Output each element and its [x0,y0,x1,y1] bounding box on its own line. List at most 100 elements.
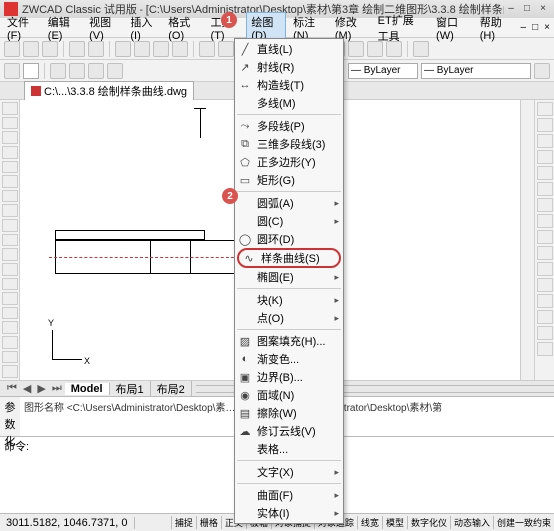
menu-item[interactable]: ◐渐变色... [235,350,343,368]
menu-item[interactable]: 表格... [235,440,343,458]
preview-icon[interactable] [88,41,104,57]
menu-item[interactable]: ╱直线(L) [235,40,343,58]
paste-icon[interactable] [153,41,169,57]
lweight-icon[interactable] [88,63,104,79]
menu-item[interactable]: ▤擦除(W) [235,404,343,422]
mdi-minimize[interactable]: – [519,22,529,33]
xline-icon[interactable] [2,117,18,130]
bycolor-icon[interactable] [534,63,550,79]
menu-window[interactable]: 窗口(W) [431,12,473,44]
tab-nav-prev[interactable]: ◀ [20,382,34,395]
tab-layout1[interactable]: 布局1 [110,381,151,397]
menu-item[interactable]: ⧉三维多段线(3) [235,135,343,153]
close-button[interactable]: × [536,3,550,15]
mtext-icon[interactable] [2,365,18,378]
menu-edit[interactable]: 编辑(E) [43,12,82,44]
menu-item[interactable]: ▭矩形(G) [235,171,343,189]
rotate-icon[interactable] [537,198,553,212]
help-icon[interactable] [413,41,429,57]
gradient-icon[interactable] [2,321,18,334]
menu-item[interactable]: 块(K)▸ [235,291,343,309]
erase-icon[interactable] [537,102,553,116]
point-icon[interactable] [2,292,18,305]
color-combo[interactable]: — ByLayer [348,63,418,79]
chamfer-icon[interactable] [537,310,553,324]
print-icon[interactable] [69,41,85,57]
save-icon[interactable] [42,41,58,57]
copy-obj-icon[interactable] [537,118,553,132]
tab-nav-last[interactable]: ⏭ [49,382,65,395]
new-icon[interactable] [4,41,20,57]
status-mode-toggle[interactable]: 模型 [382,516,407,529]
menu-item[interactable]: 圆弧(A)▸ [235,194,343,212]
fillet-icon[interactable] [537,326,553,340]
join-icon[interactable] [537,294,553,308]
polygon-icon[interactable] [2,146,18,159]
ellipse-icon[interactable] [2,234,18,247]
menu-item[interactable]: ▣边界(B)... [235,368,343,386]
plot-icon[interactable] [107,63,123,79]
open-icon[interactable] [23,41,39,57]
status-mode-toggle[interactable]: 动态输入 [450,516,493,529]
status-mode-toggle[interactable]: 线宽 [357,516,382,529]
stretch-icon[interactable] [537,230,553,244]
undo-icon[interactable] [199,41,215,57]
menu-help[interactable]: 帮助(H) [475,12,515,44]
status-mode-toggle[interactable]: 创建一致约束 [493,516,554,529]
menu-view[interactable]: 视图(V) [84,12,123,44]
mdi-restore[interactable]: □ [530,22,540,33]
arc-icon[interactable] [2,175,18,188]
menu-item[interactable]: ⤳多段线(P) [235,117,343,135]
ellipsearc-icon[interactable] [2,248,18,261]
document-tab[interactable]: C:\...\3.3.8 绘制样条曲线.dwg [24,81,194,100]
trim-icon[interactable] [537,246,553,260]
tab-layout2[interactable]: 布局2 [151,381,192,397]
layer-manager-icon[interactable] [4,63,20,79]
menu-item[interactable]: ☁修订云线(V) [235,422,343,440]
insert-icon[interactable] [2,263,18,276]
linetype-combo[interactable]: — ByLayer [421,63,531,79]
table-icon[interactable] [2,351,18,364]
layer-state[interactable] [23,63,39,79]
menu-item[interactable]: ◉面域(N) [235,386,343,404]
tab-model[interactable]: Model [65,383,110,395]
status-mode-toggle[interactable]: 数字化仪 [407,516,450,529]
tab-nav-next[interactable]: ▶ [34,382,48,395]
menu-item[interactable]: 实体(I)▸ [235,504,343,522]
mirror-icon[interactable] [537,134,553,148]
menu-item[interactable]: ↗射线(R) [235,58,343,76]
menu-item[interactable]: 文字(X)▸ [235,463,343,481]
calculator-icon[interactable] [386,41,402,57]
menu-item[interactable]: ⬠正多边形(Y) [235,153,343,171]
redo-icon[interactable] [218,41,234,57]
menu-format[interactable]: 格式(O) [163,12,203,44]
menu-item[interactable]: 多线(M) [235,94,343,112]
designcenter-icon[interactable] [348,41,364,57]
color-icon[interactable] [50,63,66,79]
menu-item[interactable]: ↔构造线(T) [235,76,343,94]
maximize-button[interactable]: □ [520,3,534,15]
menu-item[interactable]: 圆(C)▸ [235,212,343,230]
hatch-icon[interactable] [2,307,18,320]
match-icon[interactable] [172,41,188,57]
menu-item[interactable]: ∿样条曲线(S) [237,248,341,268]
revcloud-icon[interactable] [2,204,18,217]
menu-item[interactable]: 点(O)▸ [235,309,343,327]
extend-icon[interactable] [537,262,553,276]
rectangle-icon[interactable] [2,161,18,174]
menu-item[interactable]: 曲面(F)▸ [235,486,343,504]
menu-insert[interactable]: 插入(I) [125,12,161,44]
vscrollbar[interactable] [520,100,534,380]
cut-icon[interactable] [115,41,131,57]
menu-item[interactable]: ▨图案填充(H)... [235,332,343,350]
menu-item[interactable]: 椭圆(E)▸ [235,268,343,286]
status-mode-toggle[interactable]: 捕捉 [171,516,196,529]
offset-icon[interactable] [537,150,553,164]
status-mode-toggle[interactable]: 栅格 [196,516,221,529]
array-icon[interactable] [537,166,553,180]
explode-icon[interactable] [537,342,553,356]
toolpalette-icon[interactable] [367,41,383,57]
copy-icon[interactable] [134,41,150,57]
mdi-close[interactable]: × [542,22,552,33]
circle-icon[interactable] [2,190,18,203]
